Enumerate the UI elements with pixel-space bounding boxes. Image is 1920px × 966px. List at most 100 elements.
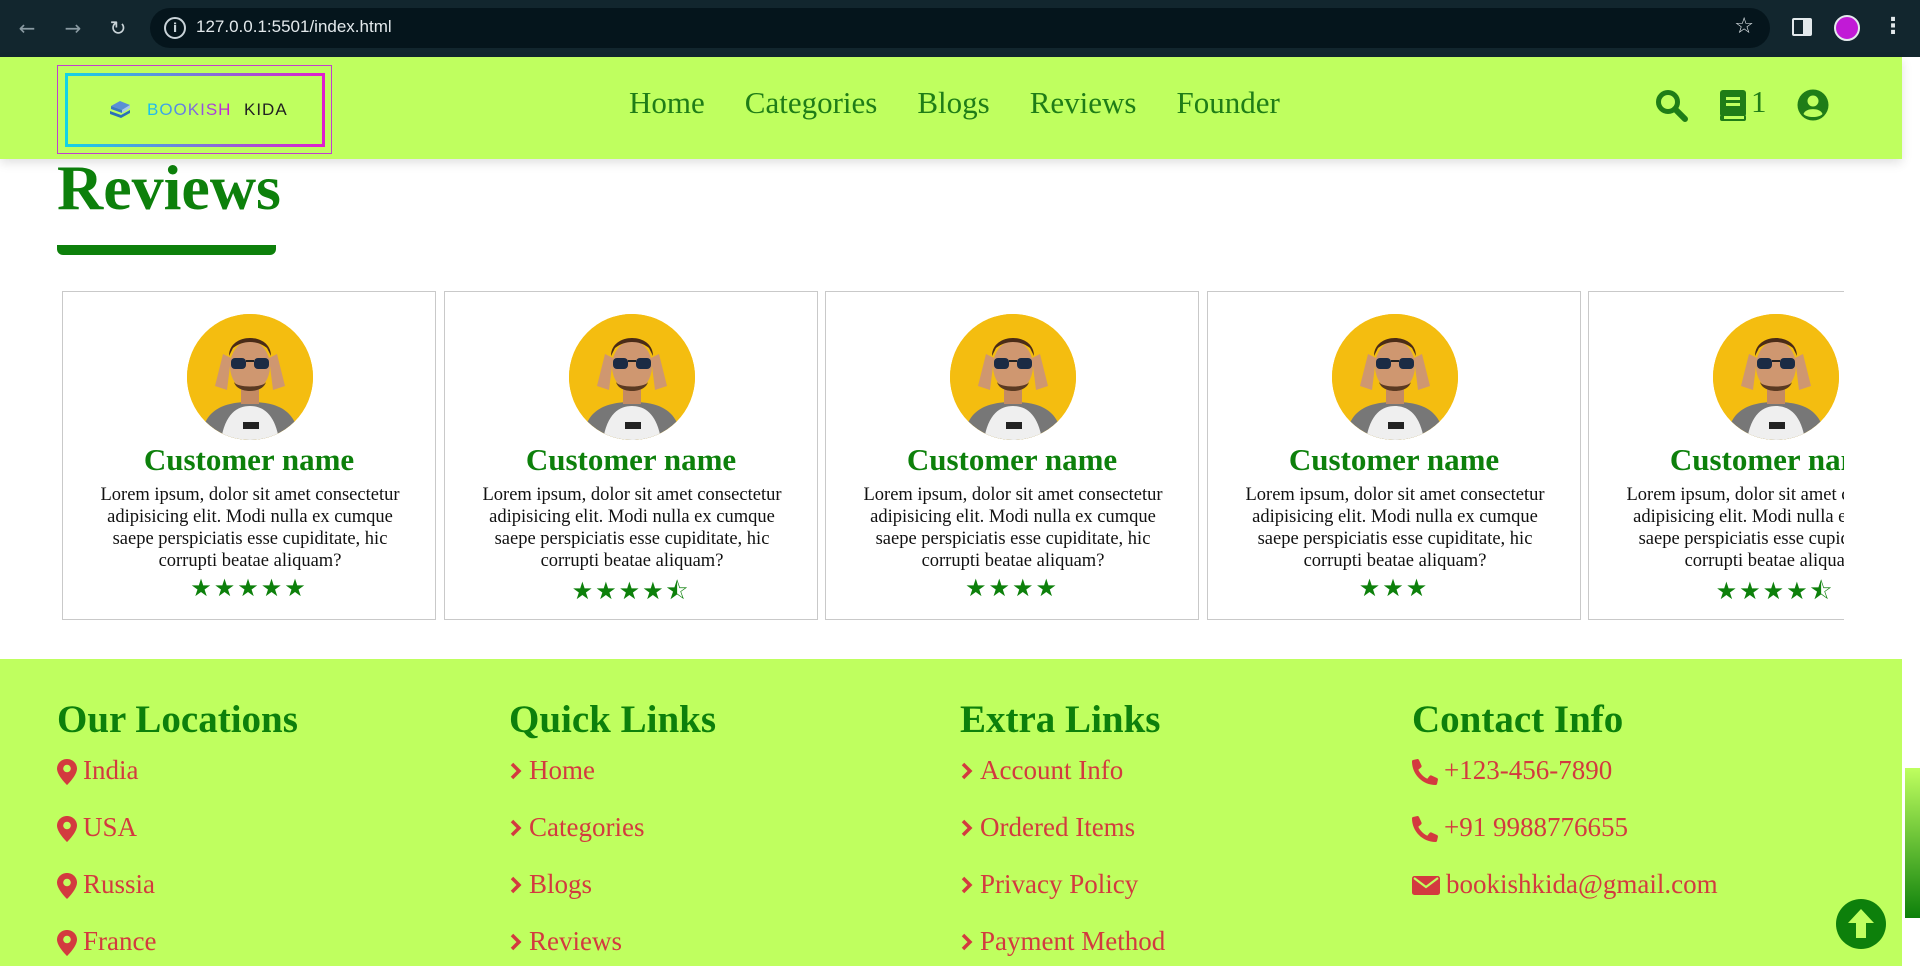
location-label: USA [83, 812, 138, 842]
nav-reviews[interactable]: Reviews [1030, 85, 1137, 121]
phone-icon [1412, 759, 1438, 785]
menu-kebab-icon[interactable]: ⋮ [1882, 12, 1904, 42]
site-header: BOOKISH KIDA Home Categories Blogs Revie… [0, 57, 1902, 159]
address-bar[interactable]: i 127.0.0.1:5501/index.html ☆ [150, 8, 1770, 48]
extra-link[interactable]: Privacy Policy [960, 869, 1165, 926]
quick-link-label: Categories [529, 812, 645, 842]
footer-quick-links: Quick Links Home Categories Blogs Review… [509, 698, 716, 966]
chevron-right-icon [510, 933, 522, 951]
envelope-icon [1412, 876, 1440, 895]
map-marker-icon [57, 759, 77, 785]
extra-link[interactable]: Account Info [960, 755, 1165, 812]
quick-link[interactable]: Categories [509, 812, 716, 869]
reviews-slider[interactable]: Customer name Lorem ipsum, dolor sit ame… [62, 291, 1844, 621]
site-info-icon[interactable]: i [164, 17, 186, 39]
customer-avatar [950, 314, 1076, 440]
quick-link[interactable]: Reviews [509, 926, 716, 966]
customer-name: Customer name [525, 442, 737, 477]
review-card: Customer name Lorem ipsum, dolor sit ame… [1207, 291, 1581, 620]
extra-link[interactable]: Payment Method [960, 926, 1165, 966]
quick-link[interactable]: Home [509, 755, 716, 812]
quick-link-label: Home [529, 755, 595, 785]
profile-icon[interactable] [1834, 15, 1860, 41]
footer-heading: Contact Info [1412, 698, 1624, 741]
location-link[interactable]: India [57, 755, 298, 812]
customer-avatar [569, 314, 695, 440]
chevron-right-icon [510, 819, 522, 837]
contact-phone[interactable]: +91 9988776655 [1412, 812, 1718, 869]
star-rating: ★★★★ [964, 574, 1060, 602]
location-link[interactable]: USA [57, 812, 298, 869]
location-link[interactable]: France [57, 926, 298, 966]
extra-link-label: Ordered Items [980, 812, 1136, 842]
location-label: Russia [83, 869, 156, 899]
contact-phone[interactable]: +123-456-7890 [1412, 755, 1718, 812]
customer-name: Customer name [906, 442, 1118, 477]
review-text: Lorem ipsum, dolor sit amet consectetur … [482, 485, 782, 571]
scroll-to-top-button[interactable] [1836, 899, 1886, 949]
reviews-heading: Reviews [57, 152, 281, 223]
review-text: Lorem ipsum, dolor sit amet consectetur … [100, 485, 400, 571]
browser-toolbar: ← → ↻ i 127.0.0.1:5501/index.html ☆ ⋮ [0, 0, 1920, 57]
chevron-right-icon [961, 933, 973, 951]
cart-count: 1 [1751, 84, 1767, 119]
books-logo-icon [110, 101, 130, 118]
map-marker-icon [57, 930, 77, 956]
chevron-right-icon [961, 762, 973, 780]
customer-name: Customer name [143, 442, 355, 477]
nav-founder[interactable]: Founder [1176, 85, 1279, 121]
star-rating: ★★★★★ [190, 574, 308, 602]
heading-underline [57, 245, 276, 255]
reload-icon[interactable]: ↻ [104, 14, 132, 42]
contact-label: +91 9988776655 [1444, 812, 1628, 842]
footer-heading: Quick Links [509, 698, 717, 741]
review-card: Customer name Lorem ipsum, dolor sit ame… [825, 291, 1199, 620]
extra-link-label: Payment Method [980, 926, 1166, 956]
phone-icon [1412, 816, 1438, 842]
star-rating: ★★★ [1358, 574, 1430, 602]
back-icon[interactable]: ← [13, 14, 41, 42]
user-icon[interactable] [1797, 89, 1829, 121]
quick-link[interactable]: Blogs [509, 869, 716, 926]
chevron-right-icon [961, 819, 973, 837]
review-text: Lorem ipsum, dolor sit amet consectetur … [1626, 485, 1844, 571]
nav-categories[interactable]: Categories [745, 85, 878, 121]
footer-contact: Contact Info +123-456-7890 +91 998877665… [1412, 698, 1718, 926]
nav-blogs[interactable]: Blogs [917, 85, 989, 121]
site-footer: Our Locations India USA Russia France Qu… [0, 659, 1902, 966]
location-label: India [83, 755, 139, 785]
chevron-right-icon [510, 762, 522, 780]
customer-name: Customer name [1669, 442, 1844, 477]
review-card: Customer name Lorem ipsum, dolor sit ame… [444, 291, 818, 620]
review-card: Customer name Lorem ipsum, dolor sit ame… [62, 291, 436, 620]
customer-name: Customer name [1288, 442, 1500, 477]
map-marker-icon [57, 816, 77, 842]
customer-avatar [1332, 314, 1458, 440]
location-link[interactable]: Russia [57, 869, 298, 926]
search-icon[interactable] [1655, 89, 1688, 122]
footer-extra-links: Extra Links Account Info Ordered Items P… [960, 698, 1165, 966]
quick-link-label: Reviews [529, 926, 622, 956]
quick-link-label: Blogs [529, 869, 593, 899]
contact-label: +123-456-7890 [1444, 755, 1613, 785]
side-panel-icon[interactable] [1792, 18, 1812, 36]
logo[interactable]: BOOKISH KIDA [57, 65, 332, 154]
logo-frame: BOOKISH KIDA [65, 73, 325, 147]
book-cart-icon[interactable] [1719, 89, 1747, 122]
extra-link[interactable]: Ordered Items [960, 812, 1165, 869]
contact-email[interactable]: bookishkida@gmail.com [1412, 869, 1718, 926]
contact-label: bookishkida@gmail.com [1446, 869, 1718, 899]
forward-icon[interactable]: → [59, 14, 87, 42]
nav-home[interactable]: Home [629, 85, 705, 121]
customer-avatar [187, 314, 313, 440]
chevron-right-icon [961, 876, 973, 894]
scrollbar-thumb[interactable] [1905, 768, 1920, 918]
extra-link-label: Privacy Policy [980, 869, 1139, 899]
review-card: Customer name Lorem ipsum, dolor sit ame… [1588, 291, 1844, 620]
url-text[interactable]: 127.0.0.1:5501/index.html [196, 17, 392, 37]
logo-text-kida: KIDA [244, 100, 288, 119]
main-nav: Home Categories Blogs Reviews Founder [629, 85, 1280, 121]
bookmark-star-icon[interactable]: ☆ [1734, 14, 1754, 39]
location-label: France [83, 926, 157, 956]
logo-text-bookish: BOOKISH [147, 100, 232, 119]
